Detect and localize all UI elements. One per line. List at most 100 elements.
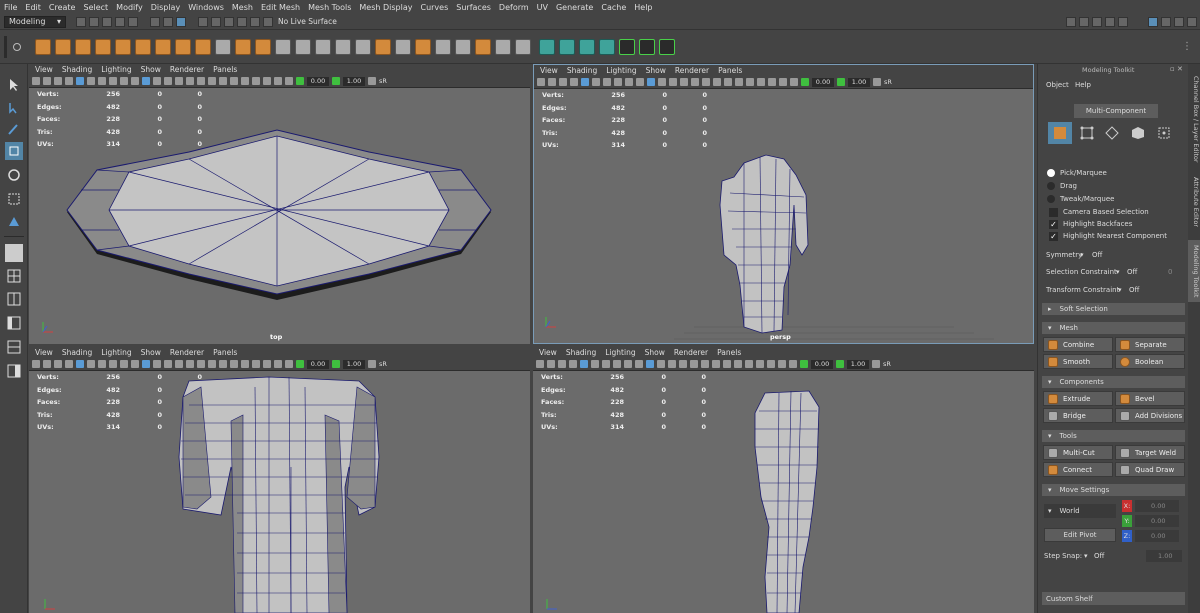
highlight-backfaces-checkbox[interactable]: ✓ — [1049, 220, 1058, 229]
step-snap-field[interactable]: 1.00 — [1146, 550, 1182, 562]
bridge-shelf-icon[interactable] — [395, 38, 411, 55]
uv-planar-icon[interactable] — [539, 38, 555, 55]
render-settings-icon[interactable] — [1105, 16, 1115, 27]
fill-hole-shelf-icon[interactable] — [435, 38, 451, 55]
x-value-field[interactable]: 0.00 — [1135, 500, 1179, 512]
mirror-shelf-icon[interactable] — [335, 38, 351, 55]
uv-checker-icon[interactable] — [639, 38, 655, 55]
mesh-section[interactable]: ▾ Mesh — [1042, 322, 1185, 334]
scale-tool-icon[interactable] — [5, 190, 23, 208]
insert-edge-loop-shelf-icon[interactable] — [455, 38, 471, 55]
menu-mesh[interactable]: Mesh — [232, 3, 253, 12]
menu-create[interactable]: Create — [49, 3, 76, 12]
poly-cylinder-icon[interactable] — [75, 38, 91, 55]
menu-help-toolkit[interactable]: Help — [1075, 81, 1091, 89]
four-view-layout-icon[interactable] — [5, 267, 23, 285]
select-component-icon[interactable] — [176, 16, 186, 27]
boolean-shelf-icon[interactable] — [275, 38, 291, 55]
pick-marquee-radio[interactable] — [1047, 169, 1055, 177]
separate-button[interactable]: Separate — [1115, 337, 1185, 352]
smooth-shelf-icon[interactable] — [295, 38, 311, 55]
multi-cut-shelf-icon[interactable] — [355, 38, 371, 55]
symmetry-value[interactable]: Off — [1092, 251, 1102, 259]
multi-cut-button[interactable]: Multi-Cut — [1043, 445, 1113, 460]
soft-selection-section[interactable]: ▸ Soft Selection — [1042, 303, 1185, 315]
attribute-editor-tab[interactable]: Attribute Editor — [1188, 174, 1200, 230]
shelf-handle[interactable] — [4, 35, 7, 58]
viewport-persp[interactable]: View Shading Lighting Show Renderer Pane… — [533, 64, 1034, 344]
poly-prism-icon[interactable] — [155, 38, 171, 55]
toggle-tool-settings-icon[interactable] — [1174, 16, 1184, 27]
viewport-top[interactable]: View Shading Lighting Show Renderer Pane… — [29, 64, 530, 344]
uv-mode-icon[interactable] — [1157, 126, 1171, 140]
menu-mesh-display[interactable]: Mesh Display — [359, 3, 412, 12]
bevel-shelf-icon[interactable] — [415, 38, 431, 55]
select-tool-icon[interactable] — [5, 76, 23, 94]
menu-curves[interactable]: Curves — [420, 3, 448, 12]
poly-pipe-icon[interactable] — [195, 38, 211, 55]
select-object-icon[interactable] — [163, 16, 173, 27]
tweak-marquee-radio[interactable] — [1047, 195, 1055, 203]
front-view-mesh[interactable] — [29, 347, 530, 613]
menu-surfaces[interactable]: Surfaces — [456, 3, 491, 12]
edit-pivot-button[interactable]: Edit Pivot — [1044, 528, 1116, 542]
single-view-layout-icon[interactable] — [5, 244, 23, 262]
move-settings-section[interactable]: ▾ Move Settings — [1042, 484, 1185, 496]
menu-file[interactable]: File — [4, 3, 17, 12]
bevel-button[interactable]: Bevel — [1115, 391, 1185, 406]
undo-icon[interactable] — [115, 16, 125, 27]
side-view-mesh[interactable] — [533, 347, 1034, 613]
combine-shelf-icon[interactable] — [215, 38, 231, 55]
object-mode-icon[interactable] — [1048, 122, 1072, 144]
paint-select-tool-icon[interactable] — [5, 120, 23, 138]
menu-select[interactable]: Select — [83, 3, 108, 12]
lasso-tool-icon[interactable] — [5, 98, 23, 116]
extrude-shelf-icon[interactable] — [375, 38, 391, 55]
viewport-side[interactable]: View Shading Lighting Show Renderer Pane… — [533, 347, 1034, 613]
snap-point-icon[interactable] — [224, 16, 234, 27]
hypershade-icon[interactable] — [1118, 16, 1128, 27]
toggle-channel-box-icon[interactable] — [1187, 16, 1197, 27]
uv-unfold-icon[interactable] — [619, 38, 635, 55]
redo-icon[interactable] — [128, 16, 138, 27]
edge-mode-icon[interactable] — [1105, 126, 1119, 140]
bridge-button[interactable]: Bridge — [1043, 408, 1113, 423]
toggle-modeling-toolkit-icon[interactable] — [1148, 16, 1158, 27]
combine-button[interactable]: Combine — [1043, 337, 1113, 352]
uv-spherical-icon[interactable] — [579, 38, 595, 55]
tools-section[interactable]: ▾ Tools — [1042, 430, 1185, 442]
snap-view-icon[interactable] — [237, 16, 247, 27]
shelf-options-icon[interactable] — [13, 42, 21, 51]
last-tool-icon[interactable] — [5, 212, 23, 230]
add-divisions-button[interactable]: Add Divisions — [1115, 408, 1185, 423]
channel-box-tab[interactable]: Channel Box / Layer Editor — [1188, 74, 1200, 164]
space-dropdown[interactable]: ▾ World — [1044, 504, 1116, 518]
live-surface-label[interactable]: No Live Surface — [278, 17, 337, 26]
selection-constraint-value[interactable]: Off — [1127, 268, 1137, 276]
menu-mesh-tools[interactable]: Mesh Tools — [308, 3, 351, 12]
live-surface-icon[interactable] — [263, 16, 273, 27]
top-view-mesh[interactable] — [29, 64, 530, 344]
extrude-button[interactable]: Extrude — [1043, 391, 1113, 406]
selection-constraint-dropdown[interactable]: ▾ — [1116, 268, 1120, 276]
weld-shelf-icon[interactable] — [515, 38, 531, 55]
append-polygon-shelf-icon[interactable] — [475, 38, 491, 55]
y-axis-toggle[interactable]: Y: — [1122, 515, 1132, 527]
menu-help[interactable]: Help — [634, 3, 652, 12]
poly-cube-icon[interactable] — [55, 38, 71, 55]
two-view-layout-icon[interactable] — [5, 290, 23, 308]
poly-pyramid-icon[interactable] — [175, 38, 191, 55]
ipr-render-icon[interactable] — [1092, 16, 1102, 27]
uv-cylindrical-icon[interactable] — [559, 38, 575, 55]
camera-based-checkbox[interactable] — [1049, 208, 1058, 217]
connect-button[interactable]: Connect — [1043, 462, 1113, 477]
face-mode-icon[interactable] — [1131, 126, 1145, 140]
smooth-button[interactable]: Smooth — [1043, 354, 1113, 369]
modeling-toolkit-tab[interactable]: Modeling Toolkit — [1188, 240, 1200, 302]
open-scene-icon[interactable] — [89, 16, 99, 27]
custom-layout-icon[interactable] — [5, 362, 23, 380]
z-value-field[interactable]: 0.00 — [1135, 530, 1179, 542]
multi-component-button[interactable]: Multi-Component — [1074, 104, 1158, 118]
float-panel-icon[interactable]: ▫ ✕ — [1170, 65, 1183, 73]
graph-layout-icon[interactable] — [5, 338, 23, 356]
